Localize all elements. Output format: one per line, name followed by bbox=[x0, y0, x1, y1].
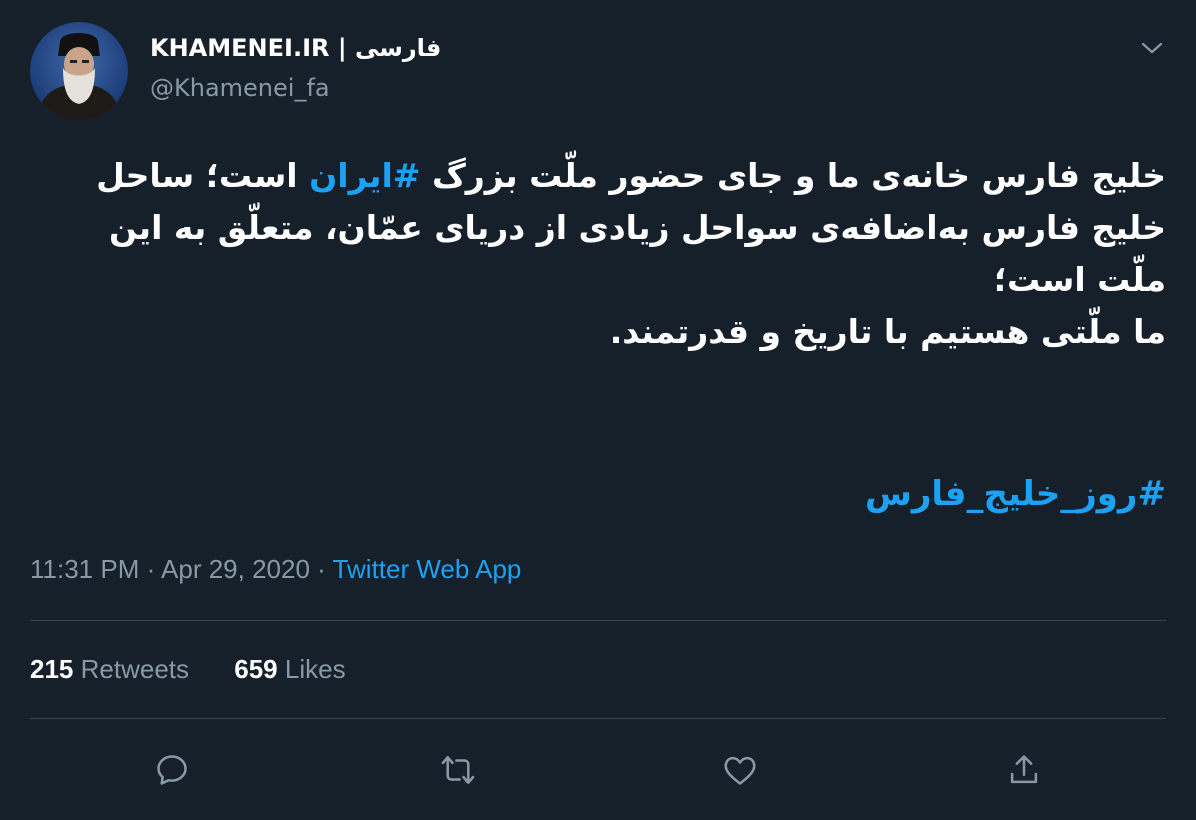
author-handle[interactable]: @Khamenei_fa bbox=[150, 74, 330, 102]
author-name[interactable]: KHAMENEI.IR | فارسی bbox=[150, 34, 441, 62]
retweets-stat[interactable]: 215 Retweets bbox=[30, 654, 189, 685]
tweet-time[interactable]: 11:31 PM bbox=[30, 554, 139, 584]
retweet-button[interactable] bbox=[436, 748, 480, 792]
tweet-meta: 11:31 PM · Apr 29, 2020 · Twitter Web Ap… bbox=[30, 554, 521, 585]
tweet-stats: 215 Retweets 659 Likes bbox=[30, 654, 384, 685]
likes-stat[interactable]: 659 Likes bbox=[234, 654, 345, 685]
divider bbox=[30, 620, 1166, 621]
share-button[interactable] bbox=[1002, 748, 1046, 792]
tweet-line-3: ملّت است؛ bbox=[993, 260, 1166, 299]
likes-label: Likes bbox=[284, 654, 346, 684]
retweets-count: 215 bbox=[30, 654, 74, 684]
hashtag-link-persian-gulf-day[interactable]: #روز_خلیج_فارس bbox=[865, 468, 1166, 520]
likes-count: 659 bbox=[234, 654, 278, 684]
retweets-label: Retweets bbox=[80, 654, 190, 684]
more-options-button[interactable] bbox=[1138, 34, 1166, 62]
reply-icon bbox=[157, 755, 187, 785]
tweet-text: خلیج فارس خانه‌ی ما و جای حضور ملّت بزرگ… bbox=[30, 150, 1166, 358]
avatar[interactable] bbox=[30, 22, 128, 120]
tweet-actions bbox=[0, 748, 1196, 792]
tweet-date[interactable]: Apr 29, 2020 bbox=[161, 554, 310, 584]
tweet-text-segment: خلیج فارس خانه‌ی ما و جای حضور ملّت بزرگ bbox=[420, 156, 1166, 195]
like-button[interactable] bbox=[718, 748, 762, 792]
retweet-icon bbox=[441, 756, 475, 784]
share-icon bbox=[1010, 755, 1038, 784]
meta-separator: · bbox=[139, 554, 162, 584]
tweet-source-link[interactable]: Twitter Web App bbox=[333, 554, 522, 584]
tweet-text-segment: است؛ ساحل bbox=[96, 156, 310, 195]
tweet-line-1: خلیج فارس خانه‌ی ما و جای حضور ملّت بزرگ… bbox=[30, 150, 1166, 202]
hashtag-link-iran[interactable]: #ایران bbox=[309, 156, 420, 195]
tweet-line-2: خلیج فارس به‌اضافه‌ی سواحل زیادی از دریا… bbox=[108, 208, 1166, 247]
meta-separator: · bbox=[309, 554, 333, 584]
divider bbox=[30, 718, 1166, 719]
profile-photo-icon bbox=[36, 33, 122, 120]
reply-button[interactable] bbox=[150, 748, 194, 792]
chevron-down-icon bbox=[1141, 42, 1163, 54]
tweet-line-4: ما ملّتی هستیم با تاریخ و قدرتمند. bbox=[609, 312, 1166, 351]
like-icon bbox=[724, 756, 756, 785]
